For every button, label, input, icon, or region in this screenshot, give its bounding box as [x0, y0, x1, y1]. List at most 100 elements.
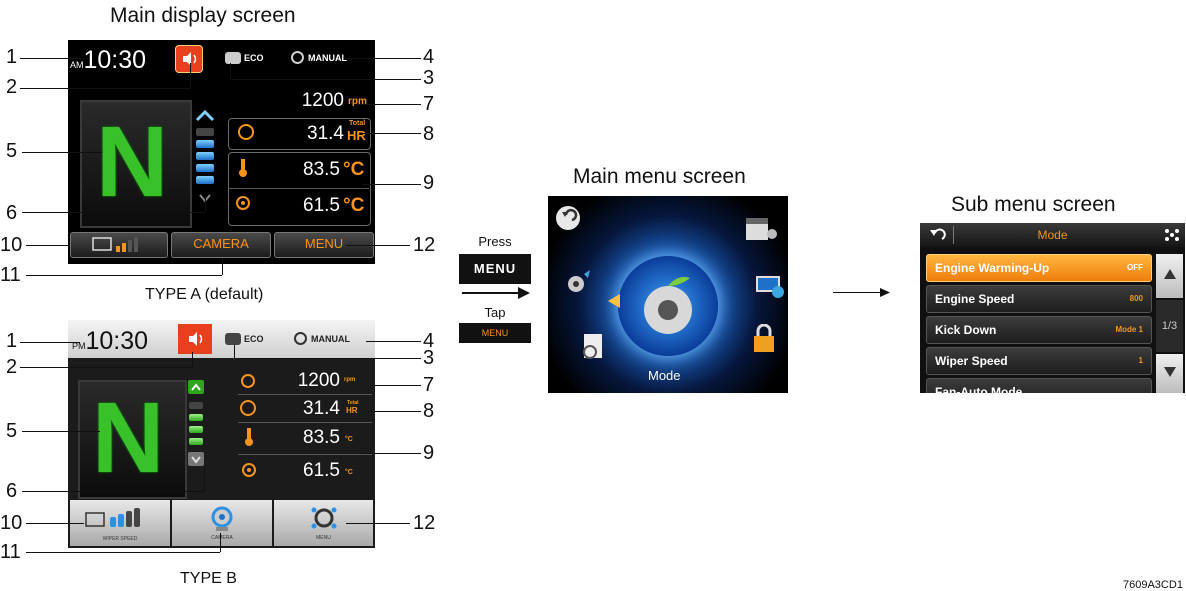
document-menu-icon[interactable]	[578, 332, 606, 369]
level-down-icon[interactable]	[188, 452, 204, 466]
level-bar	[196, 140, 214, 148]
type-b-screen: PM10:30 ECO MANUAL N 1200 rpm 31.4 Total…	[68, 320, 375, 548]
scroll-up-button[interactable]	[1156, 254, 1183, 298]
hour-meter-value: 31.4	[307, 123, 344, 144]
rpm-unit: rpm	[344, 377, 356, 383]
callout-5: 5	[6, 140, 18, 162]
item-label: Kick Down	[935, 323, 997, 337]
mode-menu-button[interactable]	[618, 256, 718, 356]
up-arrow-icon	[1163, 269, 1176, 279]
leader-line	[346, 523, 410, 524]
wiper-speed-label: WIPER SPEED	[102, 536, 138, 542]
leader-line	[222, 258, 223, 275]
sub-menu-item[interactable]: Fan-Auto Mode	[926, 378, 1152, 393]
wiper-speed-button[interactable]	[70, 232, 168, 258]
speaker-icon	[189, 332, 203, 346]
gear-letter: N	[92, 382, 165, 494]
sub-menu-item[interactable]: Kick Down Mode 1	[926, 316, 1152, 344]
callout-10: 10	[0, 512, 23, 534]
level-bar	[196, 176, 214, 184]
oil-temp-unit: °C	[345, 469, 353, 476]
coolant-temp-icon	[242, 427, 256, 447]
callout-12: 12	[413, 234, 436, 256]
leader-line	[230, 63, 231, 79]
clock-icon	[238, 124, 254, 140]
time-label: 10:30	[83, 46, 147, 74]
leader-line	[22, 212, 205, 213]
manual-label: MANUAL	[308, 53, 347, 63]
sub-menu-title: Sub menu screen	[951, 193, 1116, 216]
leader-line	[26, 552, 220, 553]
leader-line	[20, 342, 80, 343]
speaker-button[interactable]	[175, 45, 203, 73]
leader-line	[190, 63, 191, 88]
item-label: Engine Warming-Up	[935, 261, 1050, 275]
media-menu-icon[interactable]	[744, 214, 778, 251]
divider	[238, 394, 372, 395]
camera-button[interactable]: CAMERA	[171, 232, 271, 258]
arrow-shaft	[462, 292, 524, 294]
mode-label: Mode	[648, 368, 681, 383]
hour-unit: HR	[346, 406, 358, 415]
leader-line	[230, 79, 421, 80]
leader-line	[362, 184, 421, 185]
gear-letter: N	[96, 106, 169, 218]
coolant-temp-value: 83.5	[303, 159, 340, 180]
divider	[228, 188, 369, 189]
sub-menu-title-label: Mode	[1037, 228, 1068, 242]
leader-line	[205, 197, 206, 212]
scroll-down-button[interactable]	[1156, 354, 1183, 393]
item-value: 1	[1138, 356, 1143, 365]
leader-line	[370, 385, 421, 386]
tap-label: Tap	[484, 305, 506, 320]
leader-line	[234, 358, 421, 359]
callout-11: 11	[0, 264, 21, 286]
monitor-menu-icon[interactable]	[754, 272, 786, 307]
type-a-caption: TYPE A (default)	[145, 286, 264, 303]
leader-line	[234, 345, 235, 358]
lock-menu-icon[interactable]	[750, 323, 778, 361]
arrow-head-icon	[518, 287, 530, 299]
level-bar	[189, 426, 203, 433]
callout-2: 2	[6, 356, 18, 378]
callout-1: 1	[6, 330, 18, 352]
leader-line	[20, 88, 190, 89]
time-label: 10:30	[85, 327, 149, 355]
back-button[interactable]	[556, 206, 580, 230]
gear-indicator: N	[78, 380, 187, 499]
level-bar	[189, 402, 203, 409]
camera-label: CAMERA	[211, 535, 233, 541]
item-label: Fan-Auto Mode	[935, 385, 1023, 393]
camera-button[interactable]: CAMERA	[172, 500, 272, 546]
speaker-button[interactable]	[178, 324, 212, 354]
wiper-speed-button[interactable]: WIPER SPEED	[70, 500, 170, 546]
sub-menu-item[interactable]: Engine Warming-Up OFF	[926, 254, 1152, 282]
level-up-icon[interactable]	[194, 108, 216, 122]
oil-temp-unit: °C	[343, 195, 365, 216]
rpm-gauge-icon	[241, 374, 255, 388]
rpm-value: 1200	[301, 90, 344, 111]
divider	[238, 454, 372, 455]
callout-7: 7	[423, 93, 435, 115]
item-label: Wiper Speed	[935, 354, 1008, 368]
main-menu-title: Main menu screen	[573, 165, 746, 188]
sub-menu-item[interactable]: Wiper Speed 1	[926, 347, 1152, 375]
sub-menu-item[interactable]: Engine Speed 800	[926, 285, 1152, 313]
callout-1: 1	[6, 46, 18, 68]
callout-11: 11	[0, 541, 21, 563]
level-up-icon[interactable]	[188, 380, 204, 394]
leader-line	[346, 245, 410, 246]
eco-icon	[225, 52, 241, 64]
callout-8: 8	[423, 123, 435, 145]
mode-gear-icon	[644, 277, 692, 334]
grid-dots-icon[interactable]	[1164, 228, 1180, 242]
speaker-icon	[183, 52, 197, 66]
coolant-temp-unit: °C	[345, 436, 353, 443]
oil-temp-value: 61.5	[303, 195, 340, 216]
divider	[238, 422, 372, 423]
level-bar	[196, 128, 214, 136]
type-a-screen: AM10:30 ECO MANUAL N 1200 rpm 31.4 Total…	[68, 40, 375, 264]
eco-label: ECO	[244, 53, 264, 63]
settings-menu-icon[interactable]	[562, 268, 594, 305]
callout-7: 7	[423, 374, 435, 396]
